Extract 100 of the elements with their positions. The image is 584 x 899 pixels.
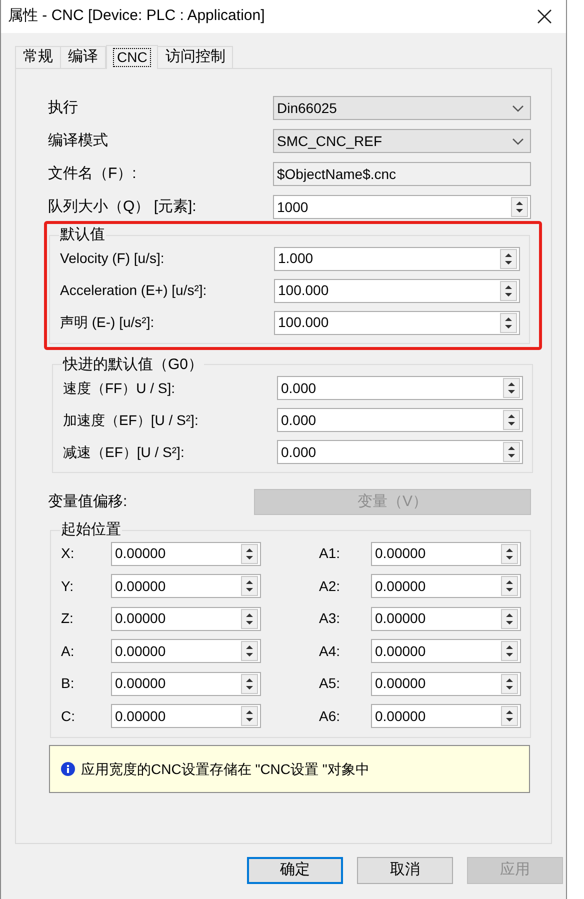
number-field[interactable]: 0.00000 xyxy=(371,672,521,696)
spin-buttons[interactable] xyxy=(501,576,518,596)
text-field[interactable]: $ObjectName$.cnc xyxy=(273,162,531,186)
dialog-button[interactable]: 取消 xyxy=(357,857,453,884)
group-title: 默认值 xyxy=(59,225,106,245)
field-value: 0.00000 xyxy=(374,576,427,596)
dropdown-value: SMC_CNC_REF xyxy=(277,132,382,151)
field-label: B: xyxy=(61,674,76,693)
number-field[interactable]: 0.000 xyxy=(277,440,523,464)
tab[interactable]: 访问控制 xyxy=(157,46,234,68)
spin-buttons[interactable] xyxy=(500,312,517,332)
field-value: 0.00000 xyxy=(114,576,167,596)
number-field[interactable]: 0.00000 xyxy=(371,639,521,663)
number-field[interactable]: 1000 xyxy=(273,195,531,219)
field-value: 0.00000 xyxy=(374,706,427,726)
field-label: 编译模式 xyxy=(48,130,109,151)
field-label: 速度（FF）U / S]: xyxy=(63,378,176,398)
field-label: 变量值偏移: xyxy=(48,492,128,512)
field-label: 声明 (E-) [u/s²]: xyxy=(60,313,156,332)
spin-buttons[interactable] xyxy=(511,197,528,217)
number-field[interactable]: 0.00000 xyxy=(111,574,261,598)
spin-buttons[interactable] xyxy=(500,248,517,268)
tab[interactable]: CNC xyxy=(106,45,158,69)
field-label: A3: xyxy=(319,609,342,628)
field-value: 1.000 xyxy=(277,249,314,268)
number-field[interactable]: 0.00000 xyxy=(111,639,261,663)
field-label: Y: xyxy=(61,576,74,596)
field-value: 0.00000 xyxy=(374,674,427,693)
close-icon[interactable] xyxy=(537,9,552,24)
field-value: 0.000 xyxy=(280,442,318,462)
spin-buttons[interactable] xyxy=(241,608,258,628)
spin-buttons[interactable] xyxy=(503,442,520,462)
spin-buttons[interactable] xyxy=(241,544,258,564)
number-field[interactable]: 0.00000 xyxy=(111,672,261,696)
field-value: 100.000 xyxy=(277,281,330,300)
field-value: 0.000 xyxy=(280,378,318,398)
dropdown-value: Din66025 xyxy=(277,98,337,118)
number-field[interactable]: 0.00000 xyxy=(371,704,521,728)
spin-buttons[interactable] xyxy=(241,674,258,694)
field-label: 队列大小（Q） [元素]: xyxy=(48,196,198,217)
group-title: 快进的默认值（G0） xyxy=(62,354,204,374)
number-field[interactable]: 0.00000 xyxy=(371,574,521,598)
field-value: 0.000 xyxy=(280,410,318,430)
field-label: 减速（EF）[U / S²]: xyxy=(63,442,186,462)
tab[interactable]: 编译 xyxy=(60,46,106,68)
spin-buttons[interactable] xyxy=(501,641,518,661)
info-text: 应用宽度的CNC设置存储在 "CNC设置 "对象中 xyxy=(81,760,370,778)
number-field[interactable]: 0.00000 xyxy=(111,542,261,566)
field-value: 0.00000 xyxy=(114,642,167,660)
field-label: Acceleration (E+) [u/s²]: xyxy=(60,281,208,300)
field-value: 0.00000 xyxy=(374,642,427,660)
chevron-icon xyxy=(512,104,524,112)
number-field[interactable]: 0.00000 xyxy=(111,606,261,630)
number-field[interactable]: 100.000 xyxy=(274,278,520,302)
field-label: A5: xyxy=(319,674,342,693)
field-label: C: xyxy=(61,706,76,726)
spin-buttons[interactable] xyxy=(241,641,258,661)
field-value: 0.00000 xyxy=(114,674,167,693)
chevron-icon xyxy=(512,138,524,144)
dropdown[interactable]: Din66025 xyxy=(273,96,531,120)
field-label: A: xyxy=(61,642,76,660)
field-label: A2: xyxy=(319,576,342,596)
dropdown[interactable]: SMC_CNC_REF xyxy=(273,129,531,153)
number-field[interactable]: 0.000 xyxy=(277,408,523,432)
number-field[interactable]: 1.000 xyxy=(274,246,520,270)
spin-buttons[interactable] xyxy=(501,674,518,694)
field-label: 执行 xyxy=(48,98,79,118)
number-field[interactable]: 0.00000 xyxy=(371,542,521,566)
field-label: Z: xyxy=(61,609,74,628)
spin-buttons[interactable] xyxy=(501,544,518,564)
field-label: 文件名（F）: xyxy=(48,164,138,184)
number-field[interactable]: 100.000 xyxy=(274,310,520,334)
spin-buttons[interactable] xyxy=(503,378,520,398)
field-value: 100.000 xyxy=(277,313,330,332)
group-title: 起始位置 xyxy=(60,520,122,540)
window-title: 属性 - CNC [Device: PLC : Application] xyxy=(8,6,265,26)
number-field[interactable]: 0.000 xyxy=(277,376,523,400)
spin-buttons[interactable] xyxy=(503,410,520,430)
field-value: 0.00000 xyxy=(114,609,167,628)
spin-buttons[interactable] xyxy=(500,280,517,300)
spin-buttons[interactable] xyxy=(241,576,258,596)
spin-buttons[interactable] xyxy=(241,706,258,726)
number-field[interactable]: 0.00000 xyxy=(371,606,521,630)
number-field[interactable]: 0.00000 xyxy=(111,704,261,728)
field-value: $ObjectName$.cnc xyxy=(276,164,398,184)
field-value: 0.00000 xyxy=(114,544,167,563)
tab[interactable]: 常规 xyxy=(15,46,61,68)
spin-buttons[interactable] xyxy=(501,608,518,628)
field-label: X: xyxy=(61,544,76,563)
field-label: A6: xyxy=(319,706,342,726)
field-value: 1000 xyxy=(276,198,310,216)
field-value: 0.00000 xyxy=(114,706,167,726)
field-label: A1: xyxy=(319,544,342,563)
info-icon xyxy=(61,762,75,776)
field-label: A4: xyxy=(319,642,342,660)
spin-buttons[interactable] xyxy=(501,706,518,726)
field-label: Velocity (F) [u/s]: xyxy=(60,249,166,268)
field-label: 加速度（EF）[U / S²]: xyxy=(63,410,200,430)
dialog-button[interactable]: 确定 xyxy=(247,857,343,884)
field-value: 0.00000 xyxy=(374,609,427,628)
